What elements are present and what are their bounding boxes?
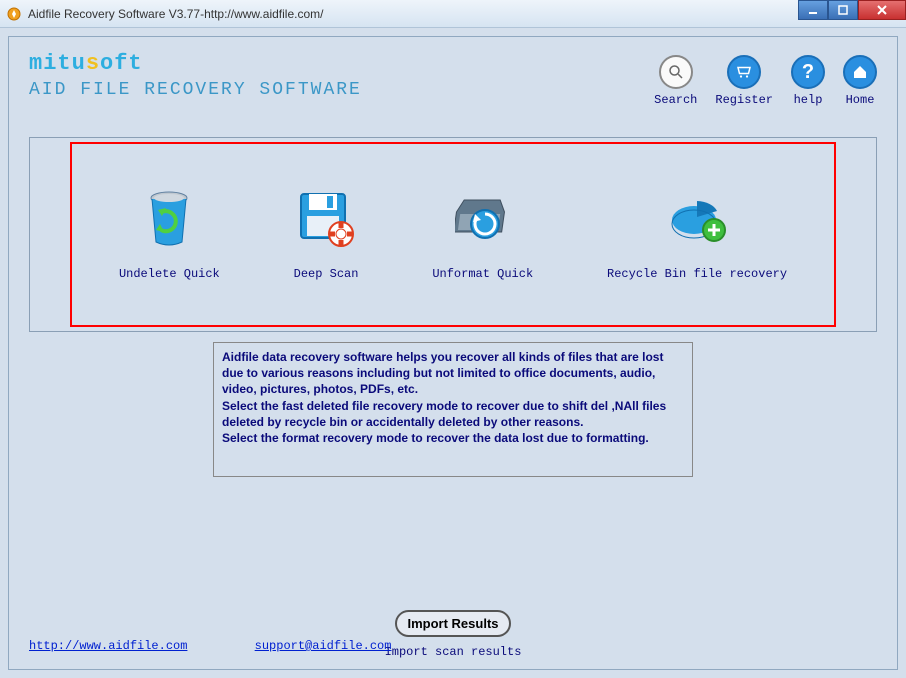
- footer-area: Import Results Import scan results http:…: [9, 610, 897, 659]
- brand-accent: s: [86, 51, 100, 76]
- highlighted-options: Undelete Quick Deep Scan Unformat Quick: [70, 142, 836, 327]
- recycle-bin-recovery-option[interactable]: Recycle Bin file recovery: [607, 189, 787, 281]
- undelete-quick-option[interactable]: Undelete Quick: [119, 189, 220, 281]
- app-header: mitusoft AID File Recovery Software Sear…: [9, 37, 897, 127]
- brand-subtitle: AID File Recovery Software: [29, 80, 362, 100]
- help-icon: ?: [791, 55, 825, 89]
- trash-recycle-icon: [119, 189, 220, 249]
- import-results-button[interactable]: Import Results: [395, 610, 510, 637]
- header-toolbar: Search Register ? help Home: [654, 47, 877, 117]
- footer-links: http://www.aidfile.com support@aidfile.c…: [29, 639, 451, 653]
- help-label: help: [791, 93, 825, 107]
- close-button[interactable]: [858, 0, 906, 20]
- search-label: Search: [654, 93, 697, 107]
- app-icon: [6, 6, 22, 22]
- description-text: Aidfile data recovery software helps you…: [213, 342, 693, 477]
- cart-icon: [727, 55, 761, 89]
- pie-plus-icon: [607, 189, 787, 249]
- help-button[interactable]: ? help: [791, 55, 825, 117]
- minimize-button[interactable]: [798, 0, 828, 20]
- recycle-label: Recycle Bin file recovery: [607, 267, 787, 281]
- window-controls: [798, 0, 906, 20]
- home-icon: [843, 55, 877, 89]
- undelete-label: Undelete Quick: [119, 267, 220, 281]
- logo: mitusoft AID File Recovery Software: [29, 47, 362, 117]
- recovery-mode-panel: Undelete Quick Deep Scan Unformat Quick: [29, 137, 877, 332]
- register-label: Register: [715, 93, 773, 107]
- register-button[interactable]: Register: [715, 55, 773, 117]
- brand-post: oft: [100, 51, 143, 76]
- unformat-quick-option[interactable]: Unformat Quick: [432, 189, 533, 281]
- support-email-link[interactable]: support@aidfile.com: [255, 639, 392, 653]
- titlebar: Aidfile Recovery Software V3.77-http://w…: [0, 0, 906, 28]
- brand-name: mitusoft: [29, 51, 362, 76]
- home-button[interactable]: Home: [843, 55, 877, 117]
- search-button[interactable]: Search: [654, 55, 697, 117]
- home-label: Home: [843, 93, 877, 107]
- maximize-button[interactable]: [828, 0, 858, 20]
- floppy-lifebuoy-icon: [294, 189, 359, 249]
- website-link[interactable]: http://www.aidfile.com: [29, 639, 187, 653]
- brand-pre: mitu: [29, 51, 86, 76]
- search-icon: [659, 55, 693, 89]
- deep-scan-label: Deep Scan: [294, 267, 359, 281]
- deep-scan-option[interactable]: Deep Scan: [294, 189, 359, 281]
- drive-refresh-icon: [432, 189, 533, 249]
- titlebar-title: Aidfile Recovery Software V3.77-http://w…: [28, 7, 323, 21]
- unformat-label: Unformat Quick: [432, 267, 533, 281]
